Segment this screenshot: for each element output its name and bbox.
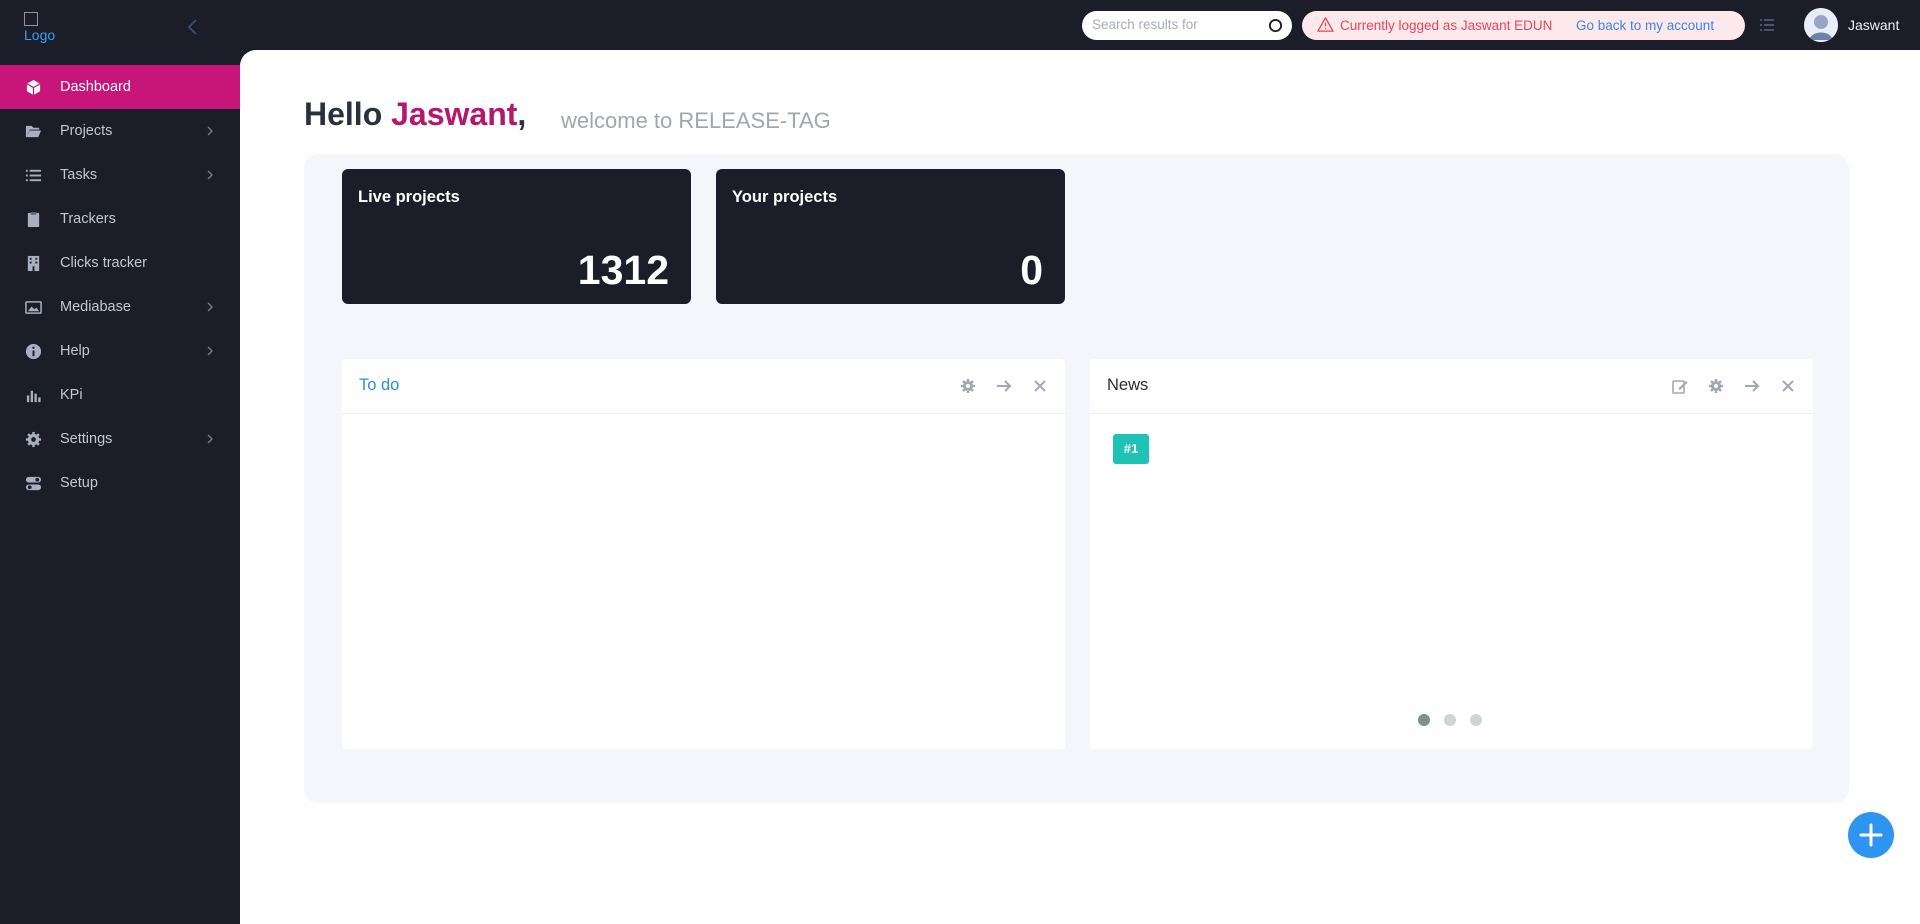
sidebar-item-label: Setup [60, 475, 98, 491]
stat-title: Your projects [732, 188, 838, 206]
search-icon[interactable] [1268, 18, 1283, 33]
news-tag[interactable]: #1 [1113, 434, 1149, 464]
username[interactable]: Jaswant [1848, 17, 1899, 33]
sidebar-item-kpi[interactable]: KPi [0, 373, 240, 417]
bar-chart-icon [26, 390, 41, 403]
sidebar-item-projects[interactable]: Projects [0, 109, 240, 153]
sidebar-item-clicks-tracker[interactable]: Clicks tracker [0, 241, 240, 285]
arrow-right-icon[interactable] [995, 377, 1013, 395]
gear-icon [25, 431, 42, 448]
greeting-name: Jaswant [391, 96, 518, 132]
sidebar-item-label: Help [60, 343, 90, 359]
chevron-right-icon [207, 302, 213, 312]
sidebar-item-label: Mediabase [60, 299, 131, 315]
go-back-link[interactable]: Go back to my account [1576, 18, 1714, 33]
chevron-right-icon [207, 170, 213, 180]
logo[interactable]: Logo [24, 12, 64, 44]
toggle-icon [25, 476, 42, 491]
your-projects-card[interactable]: Your projects 0 [716, 169, 1065, 304]
sidebar-item-label: Settings [60, 431, 113, 447]
impersonation-message: Currently logged as Jaswant EDUN [1340, 18, 1553, 33]
sidebar-item-label: Projects [60, 123, 113, 139]
folder-open-icon [25, 125, 42, 138]
broken-image-icon [24, 12, 38, 26]
page-title: Hello Jaswant, [304, 96, 526, 133]
sidebar-item-help[interactable]: Help [0, 329, 240, 373]
sidebar-item-setup[interactable]: Setup [0, 461, 240, 505]
carousel-dot[interactable] [1444, 714, 1456, 726]
widget-header: To do [342, 359, 1065, 414]
menu-list-icon[interactable] [1757, 15, 1777, 35]
user-avatar-icon [1804, 8, 1838, 42]
live-projects-card[interactable]: Live projects 1312 [342, 169, 691, 304]
info-circle-icon [25, 343, 42, 360]
sidebar: Dashboard Projects Tasks Trackers Clicks… [0, 65, 240, 505]
news-widget: News #1 [1090, 359, 1813, 749]
carousel-dot[interactable] [1418, 714, 1430, 726]
arrow-right-icon[interactable] [1743, 377, 1761, 395]
collapse-sidebar-icon[interactable] [182, 16, 204, 38]
cube-icon [26, 79, 41, 96]
stat-value: 1312 [577, 247, 669, 293]
sidebar-item-tasks[interactable]: Tasks [0, 153, 240, 197]
edit-icon[interactable] [1671, 377, 1689, 395]
sidebar-item-label: Tasks [60, 167, 98, 183]
stat-value: 0 [1020, 247, 1043, 293]
welcome-subtitle: welcome to RELEASE-TAG [561, 108, 831, 133]
main-content: Hello Jaswant, welcome to RELEASE-TAG Li… [240, 50, 1920, 924]
search-box [1082, 11, 1292, 40]
search-input[interactable] [1092, 17, 1257, 32]
sidebar-item-label: Dashboard [60, 79, 131, 95]
impersonation-banner: Currently logged as Jaswant EDUN Go back… [1302, 11, 1745, 40]
widget-header: News [1090, 359, 1813, 414]
building-icon [27, 255, 40, 272]
warning-icon [1317, 17, 1334, 32]
close-icon[interactable] [1779, 377, 1797, 395]
sidebar-item-mediabase[interactable]: Mediabase [0, 285, 240, 329]
sidebar-item-label: KPi [60, 387, 83, 403]
stat-title: Live projects [358, 188, 460, 206]
add-button[interactable] [1848, 812, 1894, 858]
greeting-hello: Hello [304, 96, 392, 132]
image-icon [25, 301, 42, 314]
widget-title[interactable]: News [1107, 376, 1148, 395]
clipboard-icon [27, 211, 40, 228]
greeting-comma: , [517, 96, 527, 132]
avatar[interactable] [1804, 8, 1838, 42]
carousel-dot[interactable] [1470, 714, 1482, 726]
plus-icon [1859, 823, 1883, 847]
sidebar-item-trackers[interactable]: Trackers [0, 197, 240, 241]
chevron-right-icon [207, 126, 213, 136]
widget-tools [959, 377, 1049, 395]
carousel-pagination [1418, 714, 1482, 726]
sidebar-item-settings[interactable]: Settings [0, 417, 240, 461]
widget-tools [1671, 377, 1797, 395]
sidebar-item-label: Trackers [60, 211, 116, 227]
chevron-right-icon [207, 346, 213, 356]
gear-icon[interactable] [959, 377, 977, 395]
top-bar: Logo Currently logged as Jaswant EDUN Go… [0, 0, 1920, 50]
todo-widget: To do [342, 359, 1065, 749]
list-icon [25, 169, 42, 182]
gear-icon[interactable] [1707, 377, 1725, 395]
widget-title[interactable]: To do [359, 376, 399, 395]
close-icon[interactable] [1031, 377, 1049, 395]
sidebar-item-label: Clicks tracker [60, 255, 148, 271]
chevron-right-icon [207, 434, 213, 444]
logo-alt-text: Logo [24, 27, 56, 43]
sidebar-item-dashboard[interactable]: Dashboard [0, 65, 240, 109]
dashboard-panel: Live projects 1312 Your projects 0 To do [304, 154, 1849, 803]
